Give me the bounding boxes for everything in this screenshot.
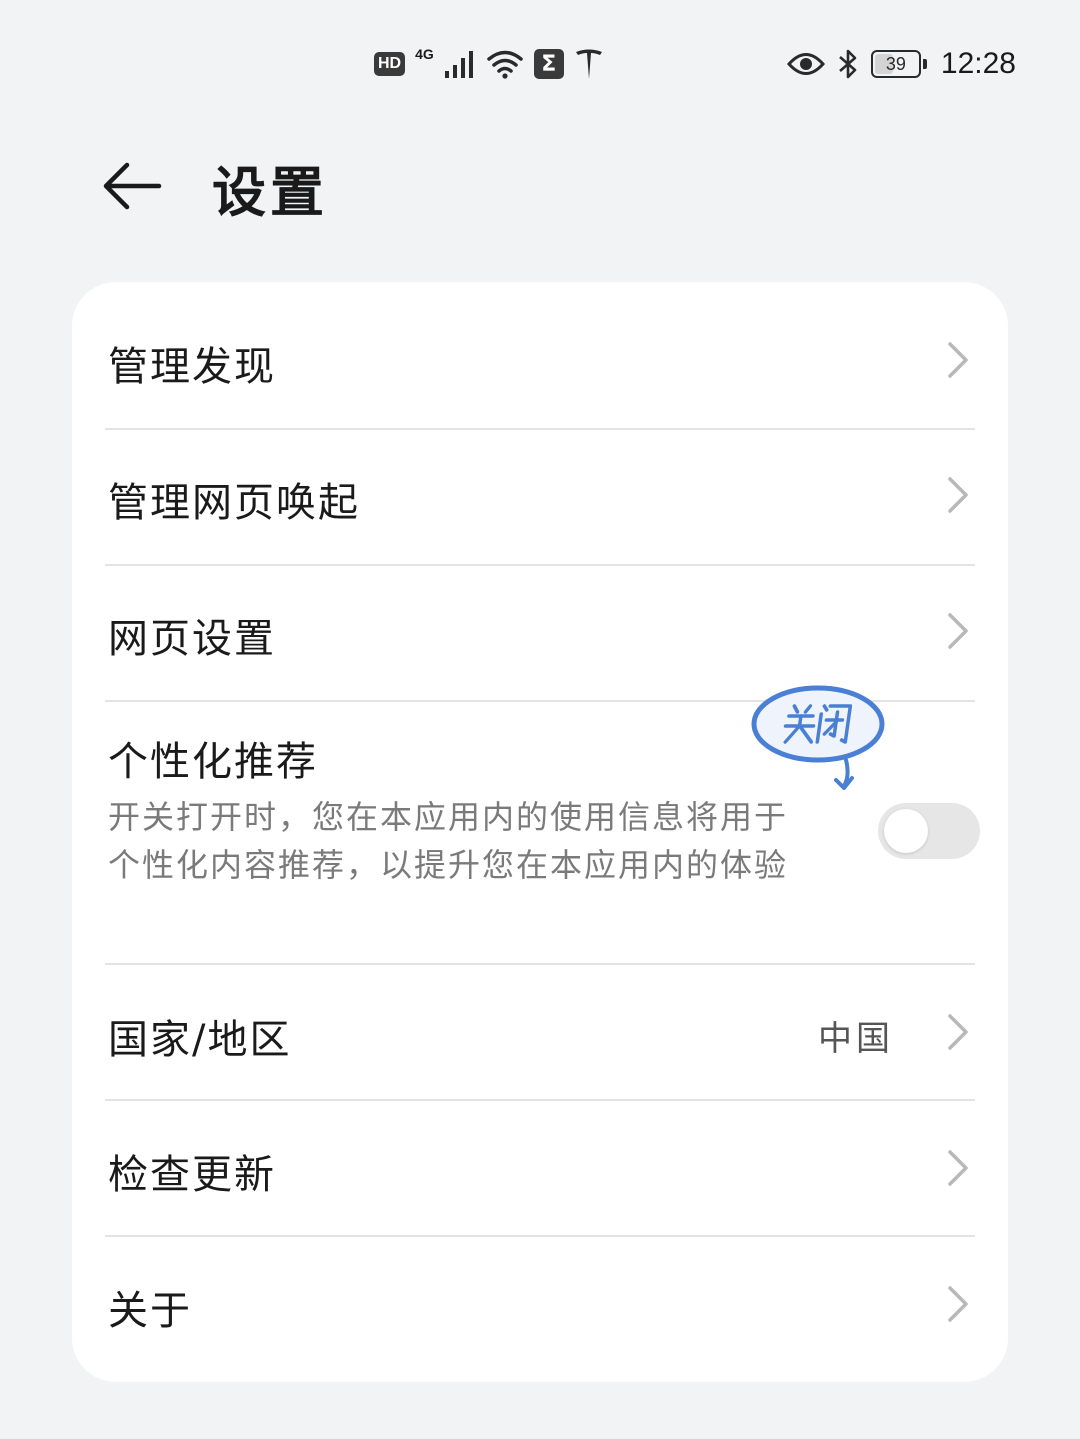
back-button[interactable] (96, 150, 168, 222)
signal-strength-icon (444, 51, 473, 78)
settings-item-check-update[interactable]: 检查更新 (72, 1100, 1008, 1235)
hd-voice-badge: HD (374, 52, 406, 76)
settings-item-label: 网页设置 (108, 616, 276, 662)
chevron-right-icon (948, 477, 968, 513)
chevron-right-icon (948, 1286, 968, 1322)
settings-item-label: 国家/地区 (108, 1017, 292, 1063)
settings-item-region[interactable]: 国家/地区 中国 (72, 964, 1008, 1099)
personalized-recommendation-toggle[interactable] (878, 803, 980, 859)
tesla-icon (575, 49, 602, 79)
settings-item-value: 中国 (818, 1019, 894, 1059)
toggle-knob (884, 809, 928, 853)
battery-percentage: 39 (885, 53, 906, 74)
settings-item-label: 检查更新 (108, 1152, 276, 1198)
settings-item-description: 开关打开时，您在本应用内的使用信息将用于个性化内容推荐，以提升您在本应用内的体验 (108, 798, 789, 884)
settings-item-label: 个性化推荐 (108, 739, 318, 785)
arrow-left-icon (103, 162, 162, 210)
settings-item-label: 管理发现 (108, 344, 276, 390)
battery-indicator: 39 (870, 50, 927, 78)
page-header: 设置 (0, 140, 1080, 230)
sigma-app-icon: Σ (533, 49, 564, 79)
settings-item-manage-web-invoke[interactable]: 管理网页唤起 (72, 429, 1008, 564)
settings-item-label: 管理网页唤起 (108, 480, 360, 526)
settings-item-manage-discover[interactable]: 管理发现 (72, 282, 1008, 428)
chevron-right-icon (948, 342, 968, 378)
settings-item-about[interactable]: 关于 (72, 1236, 1008, 1382)
eye-comfort-icon (786, 53, 825, 75)
chevron-right-icon (948, 1150, 968, 1186)
chevron-right-icon (948, 613, 968, 649)
status-bar-center: HD 4G Σ (374, 44, 604, 84)
wifi-icon (487, 50, 523, 79)
bluetooth-icon (839, 49, 857, 79)
close-annotation-sticker (751, 685, 885, 790)
network-type-label: 4G (415, 46, 434, 62)
status-clock: 12:28 (940, 47, 1016, 80)
settings-item-label: 关于 (108, 1288, 192, 1334)
status-bar-right: 39 12:28 (786, 44, 1016, 84)
status-bar: HD 4G Σ 39 12:28 (0, 0, 1080, 128)
page-title: 设置 (212, 161, 328, 224)
chevron-right-icon (948, 1014, 968, 1050)
settings-card: 管理发现 管理网页唤起 网页设置 个性化推荐 开关打开时，您在本应用内的使用信息… (72, 282, 1008, 1382)
